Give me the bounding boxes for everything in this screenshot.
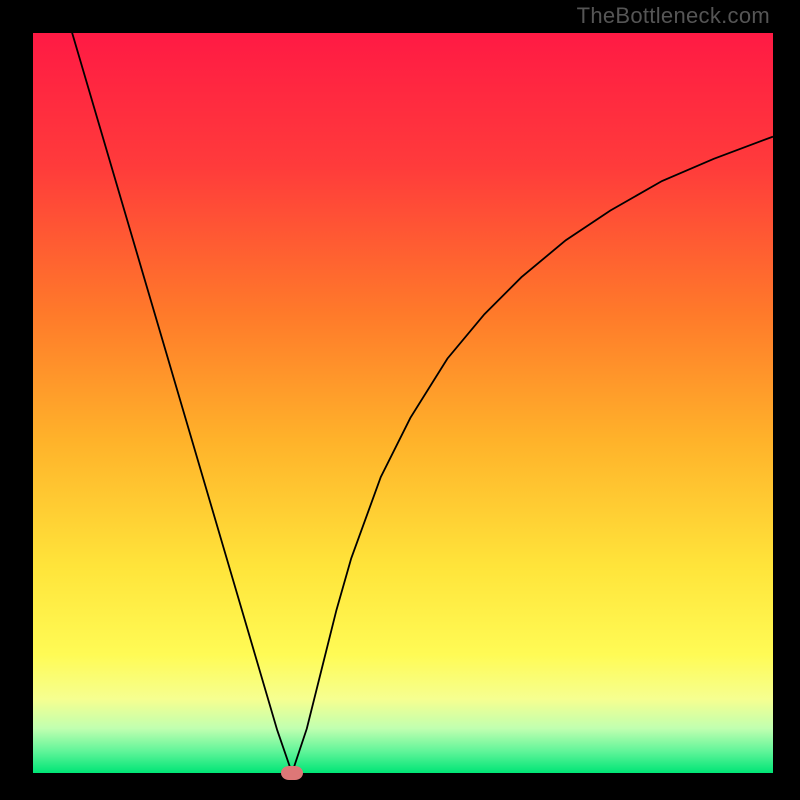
curve-layer	[33, 33, 773, 773]
bottleneck-curve	[33, 0, 773, 773]
plot-area	[33, 33, 773, 773]
watermark-text: TheBottleneck.com	[577, 3, 770, 29]
chart-container: TheBottleneck.com	[0, 0, 800, 800]
minimum-marker	[281, 766, 303, 780]
